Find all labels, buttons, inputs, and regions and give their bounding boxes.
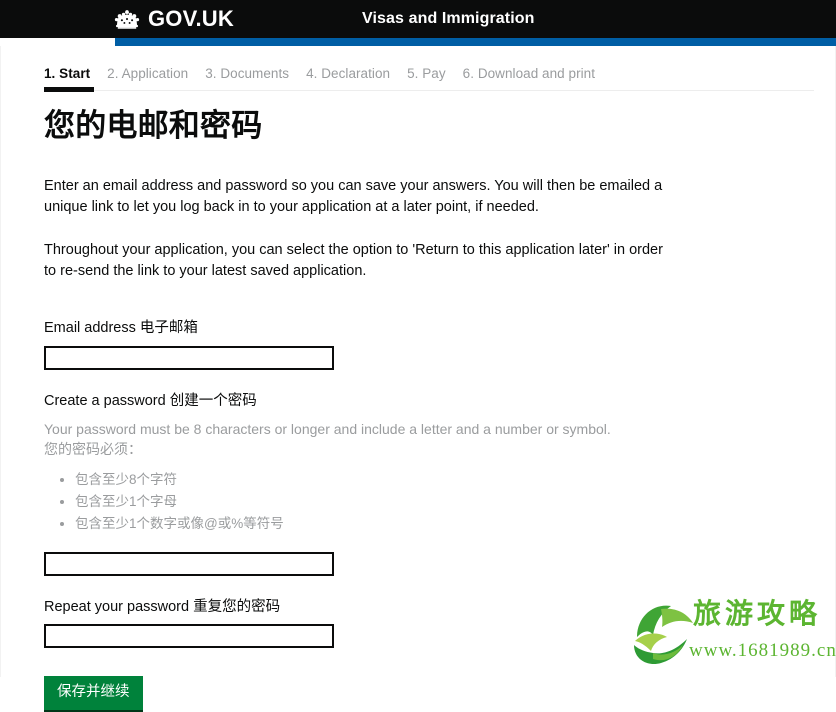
save-and-continue-button[interactable]: 保存并继续 [44, 676, 143, 712]
email-input[interactable] [44, 346, 334, 371]
password-requirement-item: 包含至少1个数字或像@或%等符号 [75, 513, 744, 535]
intro-paragraph-2: Throughout your application, you can sel… [44, 241, 663, 279]
govuk-wordmark: GOV.UK [148, 6, 234, 31]
page-title: 您的电邮和密码 [44, 108, 263, 143]
header-stripe [0, 38, 836, 46]
step-item-application[interactable]: 2. Application [107, 67, 188, 81]
password-input[interactable] [44, 551, 334, 576]
repeat-password-input[interactable] [44, 624, 334, 649]
step-active-indicator [44, 87, 94, 92]
page-frame: 1. Start 2. Application 3. Documents 4. … [0, 46, 836, 712]
step-item-pay[interactable]: 5. Pay [407, 67, 446, 81]
intro-paragraph-1: Enter an email address and password so y… [44, 177, 663, 216]
step-item-start[interactable]: 1. Start [44, 67, 90, 81]
password-requirement-item: 包含至少8个字符 [75, 469, 744, 491]
email-form-group: Email address 电子邮箱 [44, 319, 744, 371]
stripe-left-gap [0, 38, 115, 46]
step-list: 1. Start 2. Application 3. Documents 4. … [44, 67, 595, 81]
progress-step-nav: 1. Start 2. Application 3. Documents 4. … [1, 46, 835, 92]
password-requirements-list: 包含至少8个字符 包含至少1个字母 包含至少1个数字或像@或%等符号 [44, 469, 744, 536]
service-name: Visas and Immigration [362, 10, 535, 27]
govuk-logo-link[interactable]: GOV.UK [112, 0, 234, 38]
password-hint-cn: 您的密码必须： [44, 441, 142, 458]
repeat-password-form-group: Repeat your password 重复您的密码 [44, 598, 744, 649]
password-label: Create a password 创建一个密码 [44, 393, 257, 410]
step-item-documents[interactable]: 3. Documents [205, 67, 289, 81]
step-nav-rule [44, 90, 814, 91]
step-item-download-and-print[interactable]: 6. Download and print [463, 67, 595, 81]
email-label: Email address 电子邮箱 [44, 320, 198, 337]
repeat-password-label: Repeat your password 重复您的密码 [44, 598, 281, 615]
main-content: 您的电邮和密码 Enter an email address and passw… [44, 108, 744, 712]
gov-header: GOV.UK Visas and Immigration [0, 0, 836, 38]
password-requirement-item: 包含至少1个字母 [75, 491, 744, 513]
crown-icon [114, 9, 140, 29]
stripe-blue-bar [115, 38, 836, 46]
step-item-declaration[interactable]: 4. Declaration [306, 67, 390, 81]
password-form-group: Create a password 创建一个密码 Your password m… [44, 392, 744, 576]
password-hint-en: Your password must be 8 characters or lo… [44, 421, 611, 438]
